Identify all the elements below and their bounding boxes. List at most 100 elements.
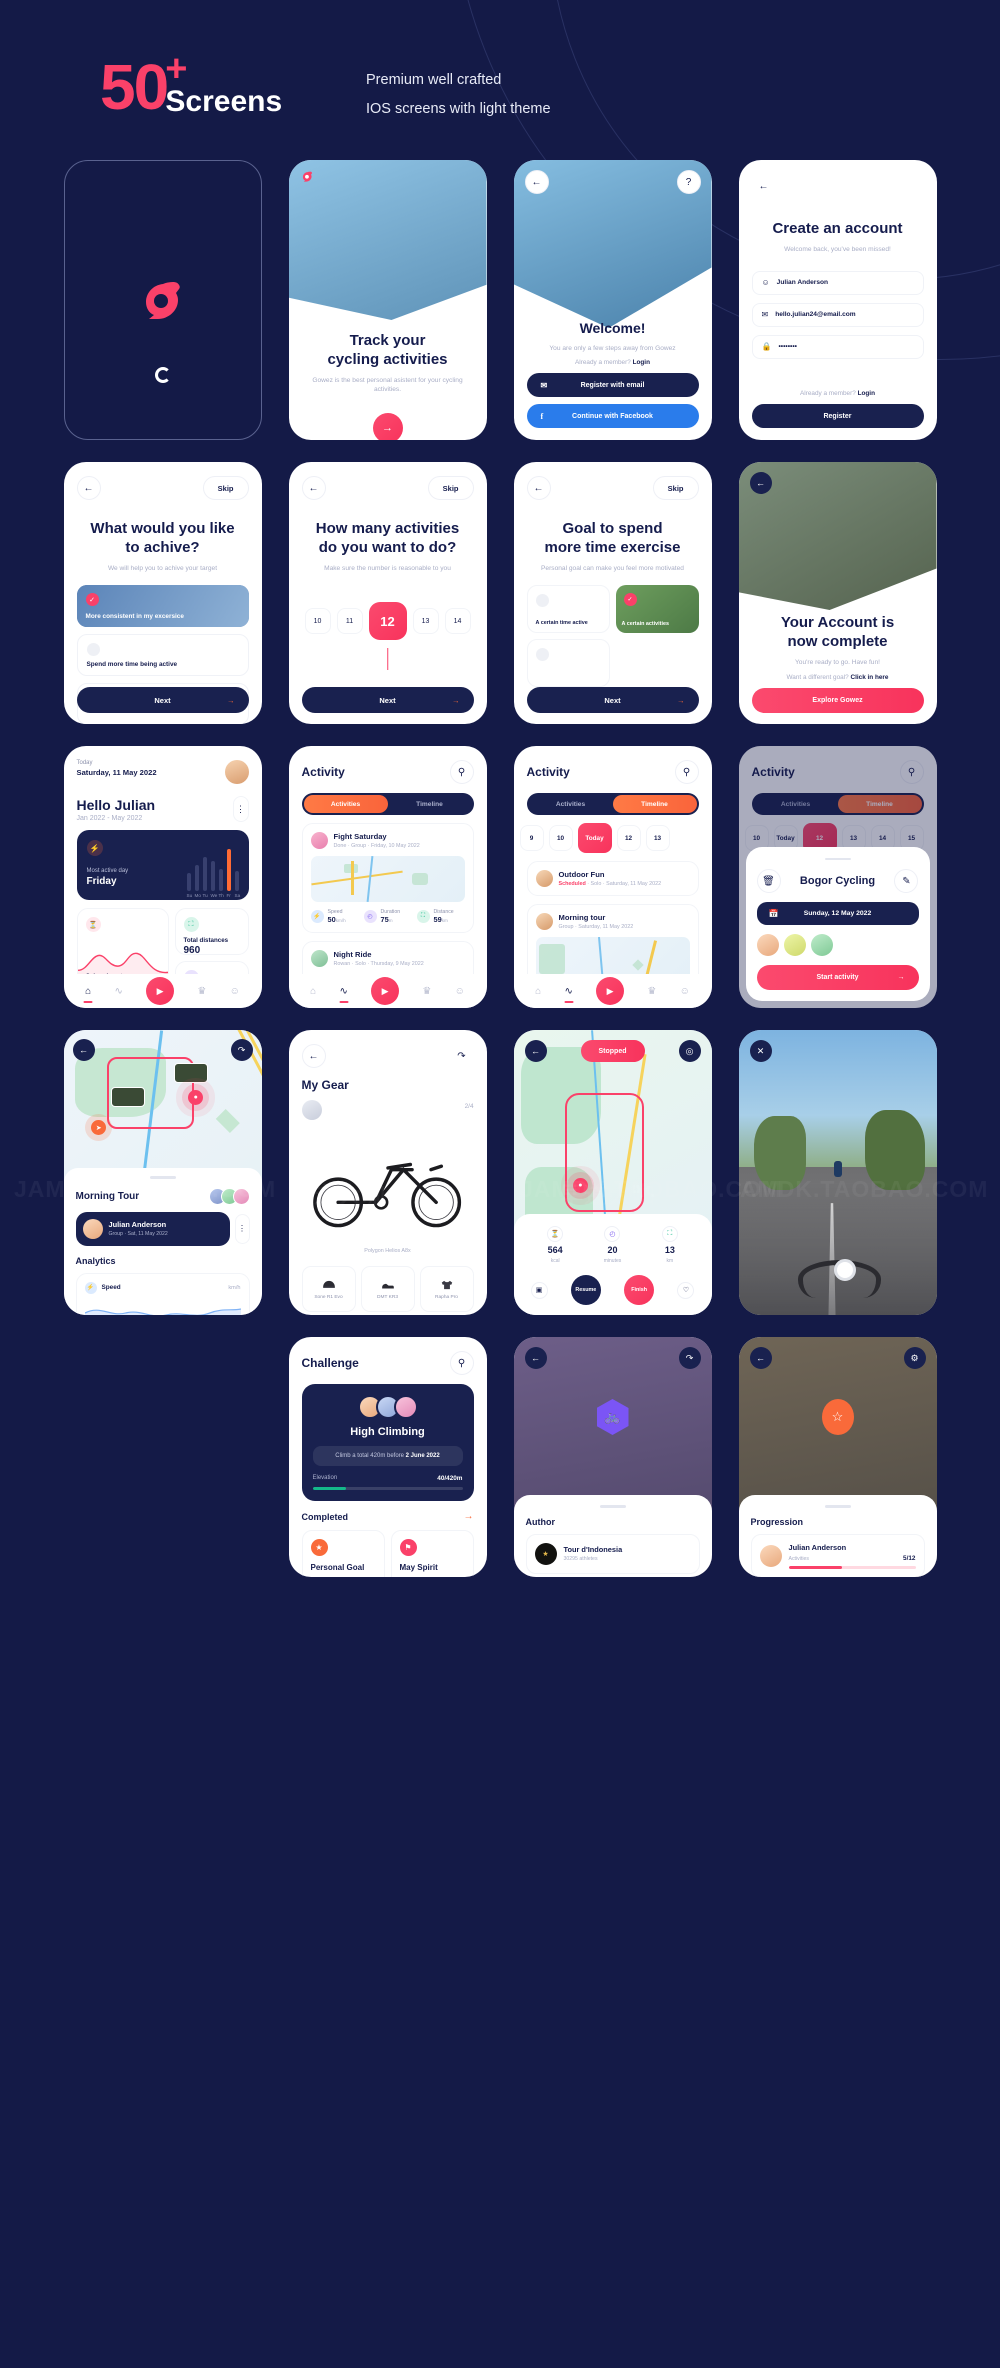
number-option-14[interactable]: 14 [444, 608, 471, 634]
welcome-back-button[interactable]: ← [524, 170, 549, 194]
participant-avatars[interactable] [208, 1187, 250, 1205]
day-12[interactable]: 12 [616, 825, 641, 851]
screen-achieve[interactable]: ← Skip What would you like to achive? We… [63, 462, 262, 724]
segment-activities[interactable]: Activities [529, 795, 613, 813]
register-button[interactable]: Register [751, 404, 924, 428]
day-13[interactable]: 13 [645, 825, 670, 851]
tab-profile[interactable]: ☺ [680, 986, 690, 997]
number-option-11[interactable]: 11 [336, 608, 363, 634]
day-strip[interactable]: 9 10 Today 12 13 [519, 823, 706, 853]
name-field[interactable]: ☺ Julian Anderson [751, 270, 924, 295]
create-back-button[interactable]: ← [751, 174, 776, 198]
play-button[interactable]: ▶ [146, 977, 175, 1005]
goaltime-back-button[interactable]: ← [526, 476, 551, 500]
screen-photo-view[interactable]: ✕ [738, 1030, 937, 1315]
gear-share-button[interactable]: ↷ [449, 1044, 474, 1068]
gear-item-0[interactable]: Sone R1 Evo [301, 1266, 356, 1312]
author-box[interactable]: ★ Tour d'Indonesia 30295 athletes [525, 1533, 700, 1574]
screen-account-complete[interactable]: ← Your Account is now complete You're re… [738, 462, 937, 724]
dots-vertical-icon[interactable]: ⋮ [232, 796, 249, 822]
route-thumbnail-1[interactable] [174, 1063, 209, 1083]
play-button[interactable]: ▶ [371, 977, 400, 1005]
password-field[interactable]: 🔒 •••••••• [751, 334, 924, 359]
tour-share-button[interactable]: ↷ [678, 1347, 701, 1369]
welcome-login-link[interactable]: Login [633, 359, 650, 366]
avatar[interactable] [232, 1187, 250, 1205]
screen-map-detail[interactable]: ● ➤ ← ↷ Morning Tour Julian Anderson Gro… [63, 1030, 262, 1315]
day-10[interactable]: 10 [548, 825, 573, 851]
segment-timeline[interactable]: Timeline [388, 795, 472, 813]
continue-facebook-button[interactable]: f Continue with Facebook [526, 404, 699, 428]
email-field[interactable]: ✉ hello.julian24@email.com [751, 302, 924, 327]
bottom-tab-bar[interactable]: ⌂ ∿ ▶ ♛ ☺ [63, 974, 262, 1008]
day-9[interactable]: 9 [519, 825, 544, 851]
end-pin-icon[interactable]: ● [188, 1090, 204, 1105]
completed-card-1[interactable]: ⚑ May Spirit Elevation [390, 1530, 474, 1577]
tab-trophy[interactable]: ♛ [197, 986, 206, 997]
stat-distance[interactable]: ⛶ Total distances 960 km [174, 908, 249, 955]
welcome-help-button[interactable]: ? [676, 170, 701, 194]
search-icon[interactable]: ⚲ [674, 760, 699, 784]
gear-item-2[interactable]: Rapha Pro [419, 1266, 474, 1312]
gear-item-1[interactable]: DMT KR3 [360, 1266, 415, 1312]
gear-back-button[interactable]: ← [301, 1044, 326, 1068]
tab-trophy[interactable]: ♛ [422, 986, 431, 997]
goaltime-option-0[interactable]: A certain time active [526, 585, 610, 634]
goaltime-option-1[interactable]: ✓ A certain activities [615, 585, 699, 634]
start-activity-button[interactable]: Start activity → [756, 965, 919, 990]
number-option-13[interactable]: 13 [412, 608, 439, 634]
complete-goal-link[interactable]: Click in here [850, 674, 888, 681]
start-pin-icon[interactable]: ➤ [91, 1120, 107, 1135]
gear-avatar[interactable] [301, 1100, 322, 1120]
achieve-next-button[interactable]: Next → [76, 687, 249, 713]
avatar[interactable] [783, 934, 806, 956]
achieve-option-1[interactable]: Spend more time being active [76, 634, 249, 677]
gear-accessory-list[interactable]: Sone R1 Evo DMT KR3 Rapha Pro [301, 1266, 474, 1312]
tab-home[interactable]: ⌂ [535, 986, 541, 997]
achieve-skip-button[interactable]: Skip [202, 476, 249, 500]
screen-welcome[interactable]: ← ? Welcome! You are only a few steps aw… [513, 160, 712, 440]
create-login-link[interactable]: Login [858, 390, 875, 397]
tracking-back-button[interactable]: ← [524, 1040, 547, 1062]
tab-activity[interactable]: ∿ [339, 986, 347, 997]
tab-home[interactable]: ⌂ [85, 986, 91, 997]
screen-personal-goal[interactable]: ☆ Personal Goal Your achievement for thi… [738, 1337, 937, 1577]
tab-home[interactable]: ⌂ [310, 986, 316, 997]
search-icon[interactable]: ⚲ [449, 1351, 474, 1375]
bottom-tab-bar[interactable]: ⌂ ∿ ▶ ♛ ☺ [513, 974, 712, 1008]
explore-button[interactable]: Explore Gowez [751, 688, 924, 713]
number-picker[interactable]: 10 11 12 13 14 [289, 602, 487, 640]
bottom-tab-bar[interactable]: ⌂ ∿ ▶ ♛ ☺ [288, 974, 487, 1008]
segment-timeline[interactable]: Timeline [612, 795, 697, 813]
avatar[interactable] [810, 934, 833, 956]
owner-bar[interactable]: Julian Anderson Group · Sat, 11 May 2022 [75, 1211, 230, 1246]
sheet-grab-handle[interactable] [149, 1176, 176, 1179]
tab-activity[interactable]: ∿ [114, 986, 122, 997]
screen-activity-timeline[interactable]: Activity ⚲ Activities Timeline 9 10 Toda… [513, 746, 712, 1008]
register-email-button[interactable]: ✉ Register with email [526, 373, 699, 397]
timeline-segment-control[interactable]: Activities Timeline [526, 793, 699, 815]
screen-onboarding[interactable]: Track your cycling activities Gowez is t… [288, 160, 487, 440]
tour-bottom-sheet[interactable]: Author ★ Tour d'Indonesia 30295 athletes… [513, 1495, 712, 1577]
avatar[interactable] [756, 934, 779, 956]
trash-icon[interactable]: 🗑 [756, 869, 781, 893]
sheet-grab-handle[interactable] [824, 1505, 851, 1508]
map-back-button[interactable]: ← [72, 1039, 95, 1061]
achieve-back-button[interactable]: ← [76, 476, 101, 500]
timeline-card-0[interactable]: Outdoor Fun Scheduled · Solo · Saturday,… [526, 861, 699, 896]
screen-tour-goal[interactable]: 🚲 Tour de Goal Your achievement for this… [513, 1337, 712, 1577]
sheet-grab-handle[interactable] [599, 1505, 626, 1508]
count-next-button[interactable]: Next → [301, 687, 474, 713]
screen-my-gear[interactable]: ← ↷ My Gear 2/4 Polygon Helios A8x Sone … [288, 1030, 487, 1315]
complete-back-button[interactable]: ← [749, 472, 772, 494]
route-map[interactable]: ● ➤ ← ↷ [63, 1030, 262, 1180]
segment-activities[interactable]: Activities [303, 795, 388, 813]
number-option-10[interactable]: 10 [304, 608, 331, 634]
sheet-grab-handle[interactable] [824, 857, 851, 860]
tour-back-button[interactable]: ← [524, 1347, 547, 1369]
participant-avatars[interactable] [756, 934, 919, 956]
heart-icon[interactable]: ♡ [677, 1281, 695, 1299]
dots-vertical-icon[interactable]: ⋮ [234, 1213, 250, 1244]
play-button[interactable]: ▶ [596, 977, 625, 1005]
onboarding-next-button[interactable]: → [372, 413, 403, 440]
